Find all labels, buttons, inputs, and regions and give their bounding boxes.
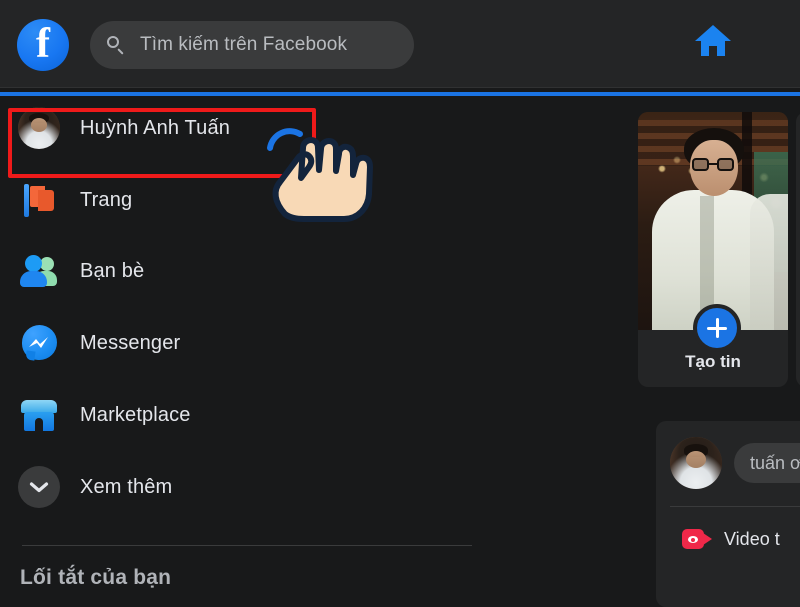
shortcuts-section-title: Lối tắt của bạn — [20, 566, 172, 589]
facebook-logo-icon[interactable]: f — [17, 19, 69, 71]
marketplace-icon — [18, 394, 60, 436]
search-input[interactable]: Tìm kiếm trên Facebook — [90, 21, 414, 69]
search-placeholder-text: Tìm kiếm trên Facebook — [140, 34, 348, 55]
live-video-icon — [682, 524, 712, 554]
sidebar-item-label-marketplace: Marketplace — [80, 403, 191, 426]
home-icon — [672, 22, 754, 60]
chevron-down-icon — [18, 466, 60, 508]
sidebar-item-profile[interactable]: Huỳnh Anh Tuấn — [10, 100, 470, 156]
sidebar-divider — [22, 545, 472, 546]
profile-avatar-icon — [18, 107, 60, 149]
create-story-label: Tạo tin — [685, 352, 741, 371]
story-card-next[interactable] — [796, 112, 800, 387]
pages-flag-icon — [18, 179, 60, 221]
sidebar-item-label-see-more: Xem thêm — [80, 475, 173, 498]
create-story-card[interactable]: Tạo tin — [638, 112, 788, 387]
tab-home[interactable] — [0, 8, 800, 96]
composer-divider — [670, 506, 800, 507]
sidebar-item-messenger[interactable]: Messenger — [10, 315, 470, 371]
sidebar-item-label-pages: Trang — [80, 188, 133, 211]
sidebar-item-pages[interactable]: Trang — [10, 172, 470, 228]
facebook-dark-mode-screen: f Tìm kiếm trên Facebook Huỳnh Anh Tuấn … — [0, 0, 800, 607]
composer-action-live-video[interactable]: Video t — [682, 519, 780, 559]
post-composer-card: tuấn ơ Video t — [656, 421, 800, 607]
composer-row: tuấn ơ — [670, 437, 800, 489]
composer-input[interactable]: tuấn ơ — [734, 443, 800, 483]
sidebar-item-label-messenger: Messenger — [80, 331, 181, 354]
messenger-icon — [18, 322, 60, 364]
user-avatar-icon[interactable] — [670, 437, 722, 489]
story-background-photo — [638, 112, 788, 330]
sidebar-item-friends[interactable]: Bạn bè — [10, 243, 470, 299]
plus-icon[interactable] — [693, 304, 741, 352]
facebook-logo-glyph: f — [36, 21, 50, 67]
sidebar-item-marketplace[interactable]: Marketplace — [10, 387, 470, 443]
search-icon — [106, 35, 126, 55]
sidebar-item-label-friends: Bạn bè — [80, 259, 145, 282]
left-sidebar: Huỳnh Anh Tuấn Trang Bạn bè Messenger Ma… — [0, 88, 500, 607]
sidebar-item-see-more[interactable]: Xem thêm — [10, 459, 470, 515]
sidebar-item-label-profile: Huỳnh Anh Tuấn — [80, 116, 230, 139]
friends-icon — [18, 250, 60, 292]
composer-action-label: Video t — [724, 528, 780, 549]
top-navigation-bar: f Tìm kiếm trên Facebook — [0, 0, 800, 96]
